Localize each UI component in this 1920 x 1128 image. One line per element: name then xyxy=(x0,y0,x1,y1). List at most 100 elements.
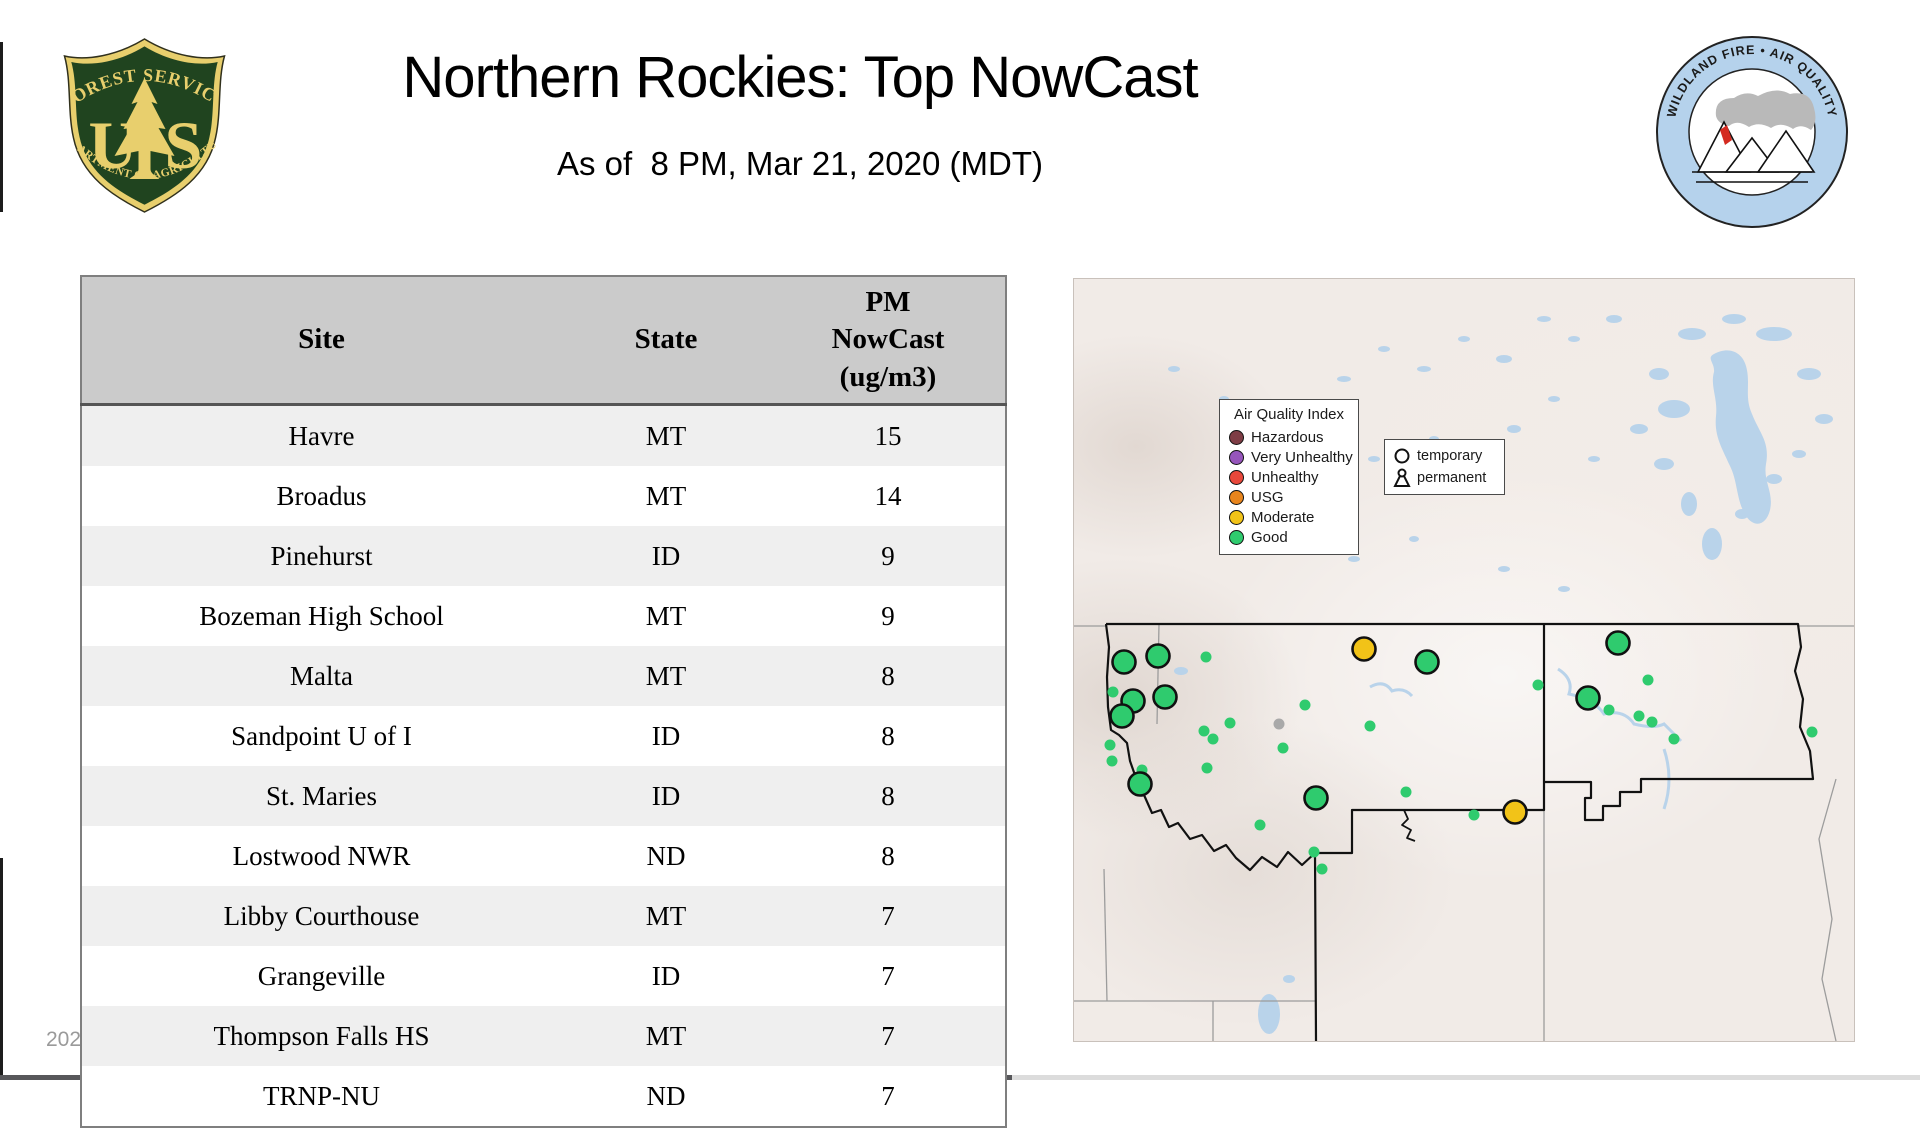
table-header-row: Site State PM NowCast (ug/m3) xyxy=(81,276,1006,406)
temporary-site-marker xyxy=(1104,739,1116,751)
permanent-site-marker xyxy=(1605,630,1631,656)
aqi-legend: Air Quality Index Hazardous Very Unhealth… xyxy=(1219,399,1359,555)
temporary-site-marker xyxy=(1224,717,1236,729)
aqi-legend-item: USG xyxy=(1220,487,1358,507)
site-cell: Pinehurst xyxy=(270,540,373,571)
value-cell: 9 xyxy=(881,540,895,571)
report-page: { "header": { "title": "Northern Rockies… xyxy=(0,0,1920,1128)
aqi-legend-items: Hazardous Very Unhealthy Unhealthy USG Moder… xyxy=(1220,427,1358,547)
temporary-site-marker xyxy=(1277,742,1289,754)
table-body: Havre MT 15 Broadus MT 14 Pinehurst ID 9 Bozeman … xyxy=(81,404,1006,1127)
aqi-legend-item: Moderate xyxy=(1220,507,1358,527)
temporary-site-marker xyxy=(1201,762,1213,774)
aqi-color-dot xyxy=(1229,489,1244,505)
table-row: Pinehurst ID 9 xyxy=(81,526,1006,586)
table-row: St. Maries ID 8 xyxy=(81,766,1006,826)
state-cell: MT xyxy=(645,1020,687,1051)
wfaqrp-logo: WILDLAND FIRE • AIR QUALITY xyxy=(1656,36,1848,228)
site-cell: Bozeman High School xyxy=(199,600,444,631)
temporary-site-marker xyxy=(1107,686,1119,698)
aqi-color-label: Hazardous xyxy=(1251,428,1324,446)
temporary-markers xyxy=(1104,651,1818,875)
aqi-legend-item: Hazardous xyxy=(1220,427,1358,447)
state-cell: ID xyxy=(651,960,681,991)
table-row: Libby Courthouse MT 7 xyxy=(81,886,1006,946)
col-header-state: State xyxy=(561,276,771,406)
table-row: Thompson Falls HS MT 7 xyxy=(81,1006,1006,1066)
bottom-edge-bar-light xyxy=(1012,1075,1920,1080)
table-row: Sandpoint U of I ID 8 xyxy=(81,706,1006,766)
temporary-label: temporary xyxy=(1417,448,1483,464)
state-cell: ID xyxy=(651,720,681,751)
page-subtitle: As of 8 PM, Mar 21, 2020 (MDT) xyxy=(557,145,1043,182)
temporary-site-marker xyxy=(1299,699,1311,711)
site-cell: TRNP-NU xyxy=(262,1080,380,1111)
value-cell: 8 xyxy=(881,780,895,811)
site-cell: Libby Courthouse xyxy=(223,900,420,931)
state-borders-gray xyxy=(1074,623,1854,1041)
left-edge-sliver-bottom xyxy=(0,858,3,1076)
aqi-legend-item: Good xyxy=(1220,527,1358,547)
temporary-site-marker xyxy=(1207,733,1219,745)
state-cell: ND xyxy=(646,1080,686,1111)
aqi-color-dot xyxy=(1229,469,1244,485)
permanent-site-marker xyxy=(1502,799,1528,825)
permanent-site-marker xyxy=(1152,684,1178,710)
site-cell: Havre xyxy=(288,420,355,451)
temporary-site-marker xyxy=(1532,679,1544,691)
left-edge-sliver-top xyxy=(0,42,3,212)
temporary-marker-icon xyxy=(1394,448,1410,464)
map-canvas xyxy=(1074,314,1854,1041)
value-cell: 8 xyxy=(881,660,895,691)
header: Northern Rockies: Top NowCast As of 8 PM… xyxy=(250,44,1350,183)
air-quality-map: Air Quality Index Hazardous Very Unhealth… xyxy=(1073,278,1855,1042)
permanent-site-marker xyxy=(1111,649,1137,675)
page-title: Northern Rockies: Top NowCast xyxy=(402,45,1198,110)
table-row: Grangeville ID 7 xyxy=(81,946,1006,1006)
aqi-color-label: Unhealthy xyxy=(1251,468,1319,486)
aqi-color-dot xyxy=(1229,529,1244,545)
site-cell: St. Maries xyxy=(266,780,377,811)
site-cell: Grangeville xyxy=(257,960,386,991)
permanent-site-marker xyxy=(1414,649,1440,675)
permanent-site-marker xyxy=(1575,685,1601,711)
temporary-site-marker xyxy=(1400,786,1412,798)
table-row: TRNP-NU ND 7 xyxy=(81,1066,1006,1127)
aqi-color-label: Good xyxy=(1251,528,1288,546)
table-row: Broadus MT 14 xyxy=(81,466,1006,526)
site-cell: Malta xyxy=(290,660,353,691)
state-cell: MT xyxy=(645,660,687,691)
temporary-site-marker xyxy=(1603,704,1615,716)
site-cell: Lostwood NWR xyxy=(232,840,411,871)
temporary-site-marker xyxy=(1198,725,1210,737)
aqi-color-dot xyxy=(1229,509,1244,525)
state-cell: MT xyxy=(645,600,687,631)
permanent-site-marker xyxy=(1127,771,1153,797)
temporary-site-marker xyxy=(1200,651,1212,663)
value-cell: 7 xyxy=(881,1020,895,1051)
aqi-color-dot xyxy=(1229,449,1244,465)
temporary-site-marker xyxy=(1468,809,1480,821)
aqi-legend-item: Unhealthy xyxy=(1220,467,1358,487)
partial-timestamp: 202 xyxy=(46,1028,82,1051)
table-row: Bozeman High School MT 9 xyxy=(81,586,1006,646)
temporary-site-marker xyxy=(1106,755,1118,767)
col-header-site: Site xyxy=(81,276,561,406)
wfaqrp-inner xyxy=(1688,68,1816,196)
aqi-color-dot xyxy=(1229,429,1244,445)
table-row: Lostwood NWR ND 8 xyxy=(81,826,1006,886)
permanent-site-marker xyxy=(1303,785,1329,811)
temporary-site-marker xyxy=(1273,718,1285,730)
value-cell: 7 xyxy=(881,900,895,931)
region-outline-black xyxy=(1104,622,1815,1041)
temporary-site-marker xyxy=(1642,674,1654,686)
value-cell: 9 xyxy=(881,600,895,631)
temporary-site-marker xyxy=(1668,733,1680,745)
state-cell: ND xyxy=(646,840,686,871)
site-cell: Broadus xyxy=(276,480,367,511)
aqi-color-label: USG xyxy=(1251,488,1284,506)
site-cell: Thompson Falls HS xyxy=(213,1020,430,1051)
value-cell: 8 xyxy=(881,720,895,751)
temporary-site-marker xyxy=(1364,720,1376,732)
state-cell: ID xyxy=(651,540,681,571)
